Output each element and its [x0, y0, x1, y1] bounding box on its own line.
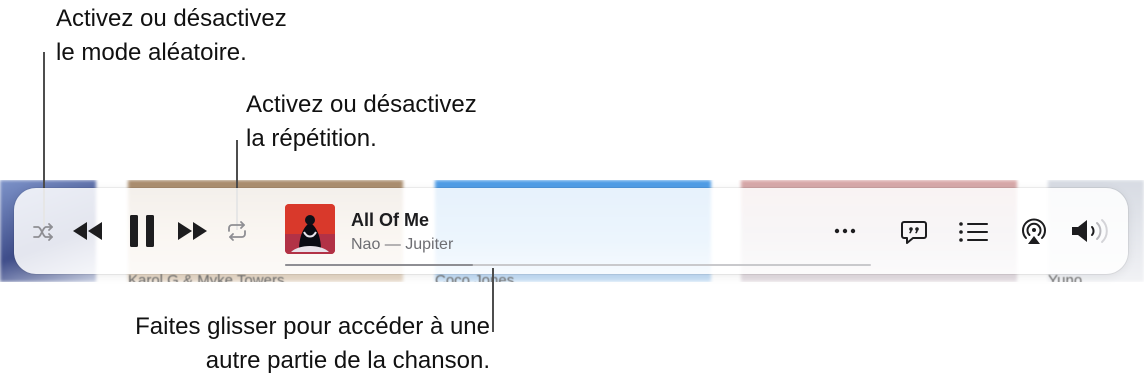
scrub-callout-line-1: Faites glisser pour accéder à une — [135, 313, 490, 340]
scrub-callout-line-2: autre partie de la chanson. — [205, 347, 490, 374]
playback-controls-bar: All Of Me Nao — Jupiter — [14, 188, 1128, 274]
playing-next-button[interactable] — [958, 220, 990, 244]
rewind-button[interactable] — [72, 220, 104, 242]
repeat-callout-line-1: Activez ou désactivez — [246, 91, 477, 118]
now-playing-title: All Of Me — [351, 210, 430, 230]
repeat-callout-line-2: la répétition. — [246, 125, 377, 152]
pause-button[interactable] — [128, 214, 156, 248]
volume-button[interactable] — [1070, 218, 1112, 244]
playback-progress-fill — [285, 264, 473, 266]
airplay-audio-icon — [1022, 218, 1046, 244]
shuffle-callout: Activez ou désactivez le mode aléatoire. — [56, 2, 287, 70]
now-playing-artwork[interactable] — [285, 204, 335, 254]
fast-forward-button[interactable] — [176, 220, 208, 242]
airplay-button[interactable] — [1019, 216, 1049, 246]
shuffle-icon — [33, 223, 53, 241]
ellipsis-icon — [834, 228, 856, 234]
now-playing-artist-album: Nao — Jupiter — [351, 236, 454, 253]
playback-scrubber[interactable] — [285, 264, 871, 266]
shuffle-callout-line-2: le mode aléatoire. — [56, 39, 247, 66]
shuffle-button[interactable] — [32, 222, 56, 242]
repeat-button[interactable] — [226, 220, 248, 242]
fast-forward-icon — [178, 222, 207, 240]
scrub-leader-line — [492, 268, 494, 332]
list-icon — [959, 222, 988, 242]
shuffle-callout-line-1: Activez ou désactivez — [56, 5, 287, 32]
lyrics-bubble-icon — [901, 221, 927, 244]
repeat-callout: Activez ou désactivez la répétition. — [246, 88, 477, 156]
lyrics-button[interactable] — [900, 218, 928, 246]
scrub-callout: Faites glisser pour accéder à une autre … — [135, 310, 490, 378]
more-options-button[interactable] — [832, 222, 858, 240]
repeat-icon — [228, 221, 246, 241]
speaker-volume-icon — [1072, 219, 1108, 243]
pause-icon — [130, 215, 154, 247]
rewind-icon — [73, 222, 102, 240]
album-cover-art — [285, 204, 335, 254]
